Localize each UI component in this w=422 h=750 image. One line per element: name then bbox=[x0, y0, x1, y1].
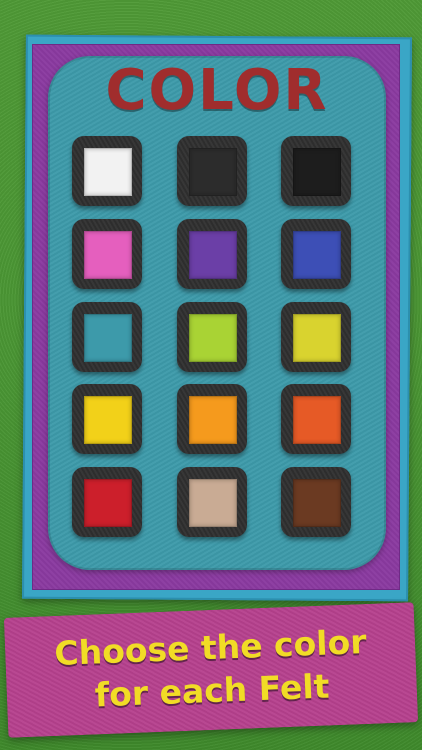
swatch-color-fill bbox=[189, 148, 237, 196]
color-swatch-r1-c1[interactable] bbox=[72, 136, 142, 206]
color-swatch-r2-c3[interactable] bbox=[281, 219, 351, 289]
color-swatch-r3-c2[interactable] bbox=[177, 302, 247, 372]
swatch-color-fill bbox=[293, 314, 341, 362]
swatch-color-fill bbox=[189, 396, 237, 444]
color-swatch-r2-c1[interactable] bbox=[72, 219, 142, 289]
swatch-color-fill bbox=[84, 148, 132, 196]
color-swatch-r5-c3[interactable] bbox=[281, 467, 351, 537]
color-swatch-r3-c1[interactable] bbox=[72, 302, 142, 372]
swatch-color-fill bbox=[293, 396, 341, 444]
color-swatch-r2-c2[interactable] bbox=[177, 219, 247, 289]
swatch-color-fill bbox=[84, 314, 132, 362]
swatch-color-fill bbox=[189, 314, 237, 362]
swatch-color-fill bbox=[84, 231, 132, 279]
color-swatch-r3-c3[interactable] bbox=[281, 302, 351, 372]
color-swatch-r4-c1[interactable] bbox=[72, 384, 142, 454]
color-swatch-r5-c1[interactable] bbox=[72, 467, 142, 537]
swatch-color-fill bbox=[189, 231, 237, 279]
swatch-color-fill bbox=[84, 479, 132, 527]
page-title: COLOR bbox=[105, 58, 329, 123]
color-swatch-r1-c3[interactable] bbox=[281, 136, 351, 206]
color-swatch-r1-c2[interactable] bbox=[177, 136, 247, 206]
swatch-color-fill bbox=[293, 148, 341, 196]
caption-text: Choose the color for each Felt bbox=[4, 604, 418, 720]
color-swatch-r5-c2[interactable] bbox=[177, 467, 247, 537]
swatch-color-fill bbox=[84, 396, 132, 444]
color-swatch-r4-c2[interactable] bbox=[177, 384, 247, 454]
swatch-color-fill bbox=[189, 479, 237, 527]
swatch-color-fill bbox=[293, 231, 341, 279]
swatch-color-fill bbox=[293, 479, 341, 527]
color-swatch-r4-c3[interactable] bbox=[281, 384, 351, 454]
